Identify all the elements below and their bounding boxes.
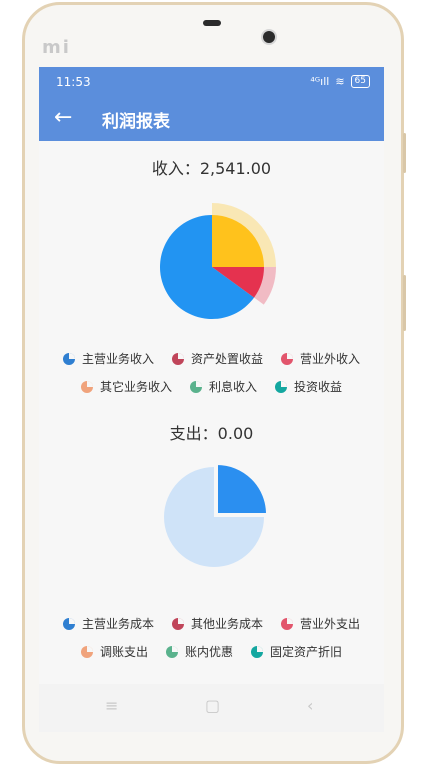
pie-legend-icon: [281, 617, 293, 630]
income-total: 收入：2,541.00: [151, 159, 272, 178]
expense-legend-row: 调账支出 账内优惠 固定资产折旧: [39, 643, 384, 660]
legend-item[interactable]: 主营业务成本: [62, 615, 154, 632]
pie-legend-icon: [80, 645, 93, 658]
legend-label: 其它业务收入: [99, 380, 172, 394]
pie-legend-icon: [171, 617, 184, 630]
pie-legend-icon: [80, 380, 93, 393]
menu-icon[interactable]: ≡: [105, 696, 118, 715]
pie-legend-icon: [189, 380, 202, 393]
legend-item[interactable]: 投资收益: [275, 378, 342, 395]
home-icon[interactable]: ▢: [205, 696, 220, 715]
income-pie-chart: [159, 203, 276, 320]
legend-item[interactable]: 其他业务成本: [171, 615, 263, 632]
legend-label: 资产处置收益: [190, 352, 263, 366]
legend-label: 其他业务成本: [190, 617, 263, 631]
legend-item[interactable]: 营业外支出: [281, 615, 360, 632]
pie-legend-icon: [62, 352, 75, 365]
status-icons: ⁴ᴳıll ≋ 65: [310, 75, 370, 88]
pie-legend-icon: [275, 380, 287, 393]
system-nav-bar: ≡ ▢ ‹: [39, 684, 384, 732]
legend-item[interactable]: 主营业务收入: [62, 350, 154, 367]
back-arrow-icon[interactable]: ←: [54, 105, 72, 131]
pie-legend-icon: [251, 645, 263, 658]
income-legend-row: 其它业务收入 利息收入 投资收益: [39, 378, 384, 395]
wifi-icon: ≋: [335, 75, 345, 88]
pie-legend-icon: [281, 352, 293, 365]
pie-legend-icon: [62, 617, 75, 630]
legend-item[interactable]: 资产处置收益: [171, 350, 263, 367]
page-title: 利润报表: [102, 112, 170, 132]
legend-label: 投资收益: [294, 380, 343, 394]
legend-label: 营业外收入: [300, 352, 361, 366]
income-legend-row: 主营业务收入 资产处置收益 营业外收入: [39, 350, 384, 367]
legend-label: 营业外支出: [300, 617, 361, 631]
legend-item[interactable]: 固定资产折旧: [251, 643, 342, 660]
status-time: 11:53: [56, 75, 91, 89]
expense-pie-chart: [164, 462, 269, 567]
signal-icon: ⁴ᴳıll: [310, 75, 330, 88]
power-button: [403, 133, 406, 173]
legend-label: 账内优惠: [184, 645, 233, 659]
pie-slice[interactable]: [216, 462, 269, 515]
status-bar: 11:53 ⁴ᴳıll ≋ 65: [39, 67, 384, 97]
app-bar: ← 利润报表: [39, 97, 384, 141]
earpiece-speaker: [203, 20, 221, 26]
legend-label: 主营业务成本: [81, 617, 154, 631]
battery-icon: 65: [350, 75, 370, 88]
back-icon[interactable]: ‹: [307, 696, 313, 715]
legend-item[interactable]: 调账支出: [80, 643, 148, 660]
legend-item[interactable]: 利息收入: [189, 378, 257, 395]
front-camera: [263, 31, 275, 43]
legend-label: 主营业务收入: [81, 352, 154, 366]
legend-item[interactable]: 其它业务收入: [80, 378, 172, 395]
expense-legend-row: 主营业务成本 其他业务成本 营业外支出: [39, 615, 384, 632]
legend-item[interactable]: 账内优惠: [165, 643, 233, 660]
screen: 11:53 ⁴ᴳıll ≋ 65 ← 利润报表 收入：2,541.00 主营业务…: [39, 67, 384, 684]
brand-logo: mi: [42, 37, 71, 58]
pie-legend-icon: [165, 645, 178, 658]
legend-label: 固定资产折旧: [270, 645, 343, 659]
legend-label: 利息收入: [208, 380, 257, 394]
expense-total: 支出：0.00: [169, 424, 254, 443]
legend-label: 调账支出: [99, 645, 148, 659]
volume-button: [403, 275, 406, 331]
legend-item[interactable]: 营业外收入: [281, 350, 360, 367]
pie-legend-icon: [171, 352, 184, 365]
